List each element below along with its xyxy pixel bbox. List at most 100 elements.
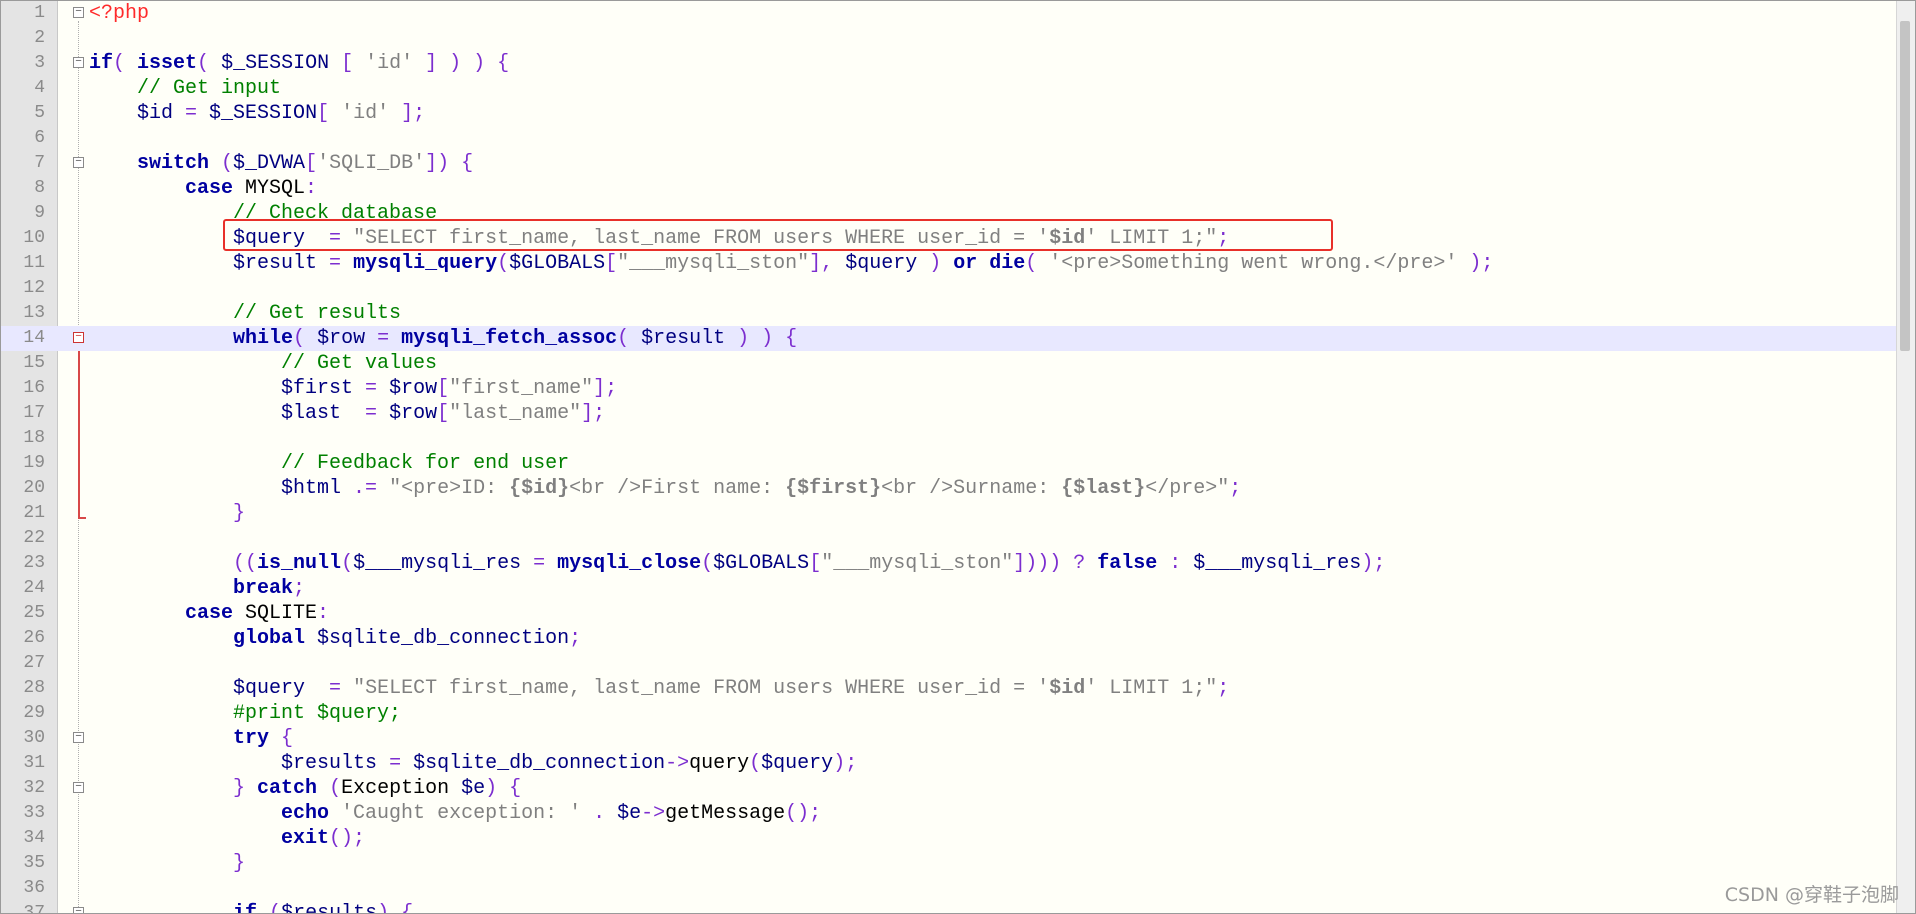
code-token: {$last} xyxy=(1061,477,1146,500)
code-editor-window: 1− <?php 2 3− if( isset( $_SESSION [ 'id' ] … xyxy=(0,0,1916,914)
fold-toggle-icon[interactable]: − xyxy=(73,7,84,18)
fold-toggle-icon[interactable]: − xyxy=(73,732,84,743)
code-text: echo 'Caught exception: ' . $e->getMessa… xyxy=(89,801,821,826)
line-number: 27 xyxy=(23,653,45,673)
code-line[interactable]: 7 − switch ($_DVWA['SQLI_DB']) { xyxy=(1,151,1897,176)
code-token: ; xyxy=(1229,477,1242,500)
scrollbar-thumb[interactable] xyxy=(1900,21,1910,351)
fold-toggle-icon[interactable]: − xyxy=(73,782,84,793)
line-number: 1 xyxy=(34,3,45,23)
code-token: 'id' xyxy=(341,102,390,125)
code-token: #print $query; xyxy=(233,702,402,725)
code-line[interactable]: 16 $first = $row["first_name"]; xyxy=(1,376,1897,401)
code-line[interactable]: 10 $query = "SELECT first_name, last_nam… xyxy=(1,226,1897,251)
fold-toggle-icon[interactable]: − xyxy=(73,907,84,913)
code-line[interactable]: 8 case MYSQL: xyxy=(1,176,1897,201)
code-line[interactable]: 31 $results = $sqlite_db_connection->que… xyxy=(1,751,1897,776)
code-text: try { xyxy=(89,726,293,751)
code-line[interactable]: 3− if( isset( $_SESSION [ 'id' ] ) ) { xyxy=(1,51,1897,76)
code-token: -> xyxy=(665,752,690,775)
code-line[interactable]: 13 // Get results xyxy=(1,301,1897,326)
code-token: ; xyxy=(569,627,582,650)
code-line[interactable]: 37 − if ($results) { xyxy=(1,901,1897,913)
code-line[interactable]: 21 } xyxy=(1,501,1897,526)
code-token: ) ) { xyxy=(737,327,798,350)
code-token: [ xyxy=(317,102,342,125)
code-line[interactable]: 2 xyxy=(1,26,1897,51)
code-line[interactable]: 12 xyxy=(1,276,1897,301)
fold-toggle-icon[interactable]: − xyxy=(73,157,84,168)
line-number: 32 xyxy=(23,778,45,798)
code-token: $first xyxy=(281,377,366,400)
line-number: 24 xyxy=(23,578,45,598)
code-line[interactable]: 20 $html .= "<pre>ID: {$id}<br />First n… xyxy=(1,476,1897,501)
code-token: ]) { xyxy=(425,152,474,175)
code-token: break xyxy=(233,577,294,600)
code-token: "SELECT first_name, last_name FROM users… xyxy=(353,227,1050,250)
code-line[interactable]: 30 − try { xyxy=(1,726,1897,751)
code-token: false xyxy=(1097,552,1170,575)
code-line[interactable]: 22 xyxy=(1,526,1897,551)
code-token: -> xyxy=(641,802,666,825)
code-line[interactable]: 32 − } catch (Exception $e) { xyxy=(1,776,1897,801)
code-text: $query = "SELECT first_name, last_name F… xyxy=(89,226,1229,251)
code-line[interactable]: 6 xyxy=(1,126,1897,151)
code-token: ( xyxy=(197,52,222,75)
code-line[interactable]: 26 global $sqlite_db_connection; xyxy=(1,626,1897,651)
code-token: = xyxy=(377,327,402,350)
code-text: } xyxy=(89,501,245,526)
code-line[interactable]: 35 } xyxy=(1,851,1897,876)
line-number: 18 xyxy=(23,428,45,448)
code-token: $last xyxy=(281,402,366,425)
code-line[interactable]: 27 xyxy=(1,651,1897,676)
line-number: 28 xyxy=(23,678,45,698)
code-line[interactable]: 1 − <?php xyxy=(1,1,1897,26)
code-text: } xyxy=(89,851,245,876)
code-token: ( xyxy=(617,327,642,350)
code-token: or xyxy=(953,252,990,275)
code-line[interactable]: 29 #print $query; xyxy=(1,701,1897,726)
code-token: ' LIMIT 1;" xyxy=(1085,677,1218,700)
code-line[interactable]: 9 // Check database xyxy=(1,201,1897,226)
line-number: 33 xyxy=(23,803,45,823)
code-line[interactable]: 24 break; xyxy=(1,576,1897,601)
code-line[interactable]: 33 echo 'Caught exception: ' . $e->getMe… xyxy=(1,801,1897,826)
code-line[interactable]: 5 $id = $_SESSION[ 'id' ]; xyxy=(1,101,1897,126)
code-line[interactable]: 25 case SQLITE: xyxy=(1,601,1897,626)
code-text: // Get values xyxy=(89,351,437,376)
code-token: = xyxy=(185,102,210,125)
code-token: // Get input xyxy=(137,77,282,100)
code-line[interactable]: 11 $result = mysqli_query($GLOBALS["___m… xyxy=(1,251,1897,276)
code-line[interactable]: 36 xyxy=(1,876,1897,901)
code-line[interactable]: 23 ((is_null($___mysqli_res = mysqli_clo… xyxy=(1,551,1897,576)
line-number: 8 xyxy=(34,178,45,198)
code-token: ]; xyxy=(389,102,426,125)
code-line[interactable]: 15 // Get values xyxy=(1,351,1897,376)
line-number: 10 xyxy=(23,228,45,248)
code-line[interactable]: 4 // Get input xyxy=(1,76,1897,101)
code-token: 'id' xyxy=(365,52,414,75)
code-token: ( xyxy=(293,327,318,350)
fold-toggle-icon[interactable]: − xyxy=(73,57,84,68)
code-line[interactable]: 19 // Feedback for end user xyxy=(1,451,1897,476)
code-text: $last = $row["last_name"]; xyxy=(89,401,605,426)
code-token: $GLOBALS xyxy=(713,552,810,575)
vertical-scrollbar[interactable] xyxy=(1896,1,1915,913)
code-token: <br />First name: xyxy=(569,477,786,500)
code-line[interactable]: 28 $query = "SELECT first_name, last_nam… xyxy=(1,676,1897,701)
code-line[interactable]: 17 $last = $row["last_name"]; xyxy=(1,401,1897,426)
code-line[interactable]: 18 xyxy=(1,426,1897,451)
line-number: 7 xyxy=(34,153,45,173)
fold-toggle-icon[interactable]: − xyxy=(73,332,84,343)
code-line[interactable]: 34 exit(); xyxy=(1,826,1897,851)
code-area[interactable]: 1− <?php 2 3− if( isset( $_SESSION [ 'id' ] … xyxy=(1,1,1897,913)
code-line[interactable]: 14− while( $row = mysqli_fetch_assoc( $r… xyxy=(1,326,1897,351)
